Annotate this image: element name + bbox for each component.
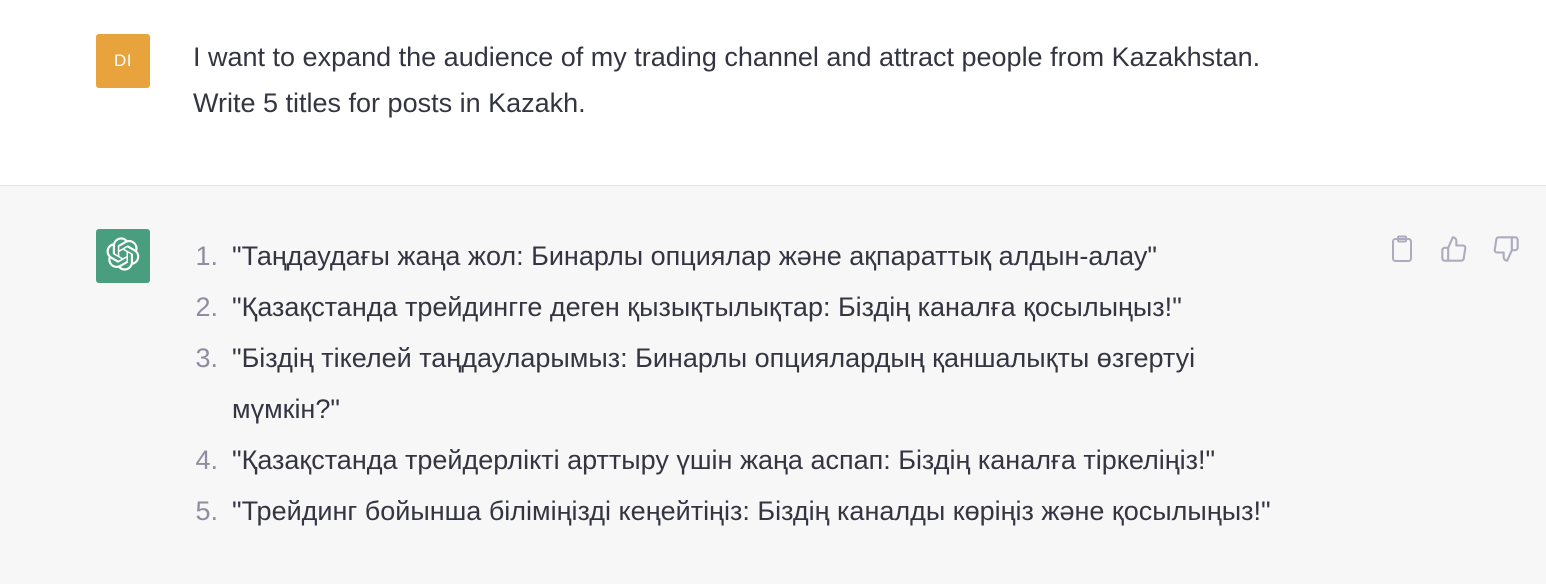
list-item: 5. "Трейдинг бойынша біліміңізді кеңейті… xyxy=(190,486,1370,537)
list-item-text: "Біздің тікелей таңдауларымыз: Бинарлы о… xyxy=(232,343,1196,424)
list-item-text: "Қазақстанда трейдерлікті арттыру үшін ж… xyxy=(232,445,1216,475)
thumbs-down-icon xyxy=(1492,235,1520,268)
thumbs-down-button[interactable] xyxy=(1492,235,1520,268)
list-item: 2. "Қазақстанда трейдингге деген қызықты… xyxy=(190,282,1370,333)
user-message-line: Write 5 titles for posts in Kazakh. xyxy=(193,88,586,118)
assistant-message-row: 1. "Таңдаудағы жаңа жол: Бинарлы опцияла… xyxy=(0,186,1546,584)
user-message-row: DI I want to expand the audience of my t… xyxy=(0,0,1546,186)
list-item: 3. "Біздің тікелей таңдауларымыз: Бинарл… xyxy=(190,333,1370,435)
list-item: 4. "Қазақстанда трейдерлікті арттыру үші… xyxy=(190,435,1370,486)
list-item-text: "Таңдаудағы жаңа жол: Бинарлы опциялар ж… xyxy=(232,241,1157,271)
assistant-avatar xyxy=(96,229,150,283)
answer-list: 1. "Таңдаудағы жаңа жол: Бинарлы опцияла… xyxy=(190,231,1370,537)
list-item-text: "Қазақстанда трейдингге деген қызықтылық… xyxy=(232,292,1182,322)
clipboard-icon xyxy=(1390,235,1414,268)
user-avatar-initials: DI xyxy=(114,51,132,70)
thumbs-up-button[interactable] xyxy=(1440,235,1468,268)
copy-button[interactable] xyxy=(1388,235,1416,268)
list-item-number: 1. xyxy=(195,241,218,271)
list-item-text: "Трейдинг бойынша біліміңізді кеңейтіңіз… xyxy=(232,496,1271,526)
list-item-number: 2. xyxy=(195,292,218,322)
list-item: 1. "Таңдаудағы жаңа жол: Бинарлы опцияла… xyxy=(190,231,1370,282)
message-actions xyxy=(1388,235,1520,268)
list-item-number: 3. xyxy=(195,343,218,373)
user-message-text: I want to expand the audience of my trad… xyxy=(193,34,1373,126)
list-item-number: 5. xyxy=(195,496,218,526)
list-item-number: 4. xyxy=(195,445,218,475)
thumbs-up-icon xyxy=(1440,235,1468,268)
user-message-line: I want to expand the audience of my trad… xyxy=(193,42,1261,72)
user-avatar: DI xyxy=(96,34,150,88)
openai-logo-icon xyxy=(106,236,140,276)
